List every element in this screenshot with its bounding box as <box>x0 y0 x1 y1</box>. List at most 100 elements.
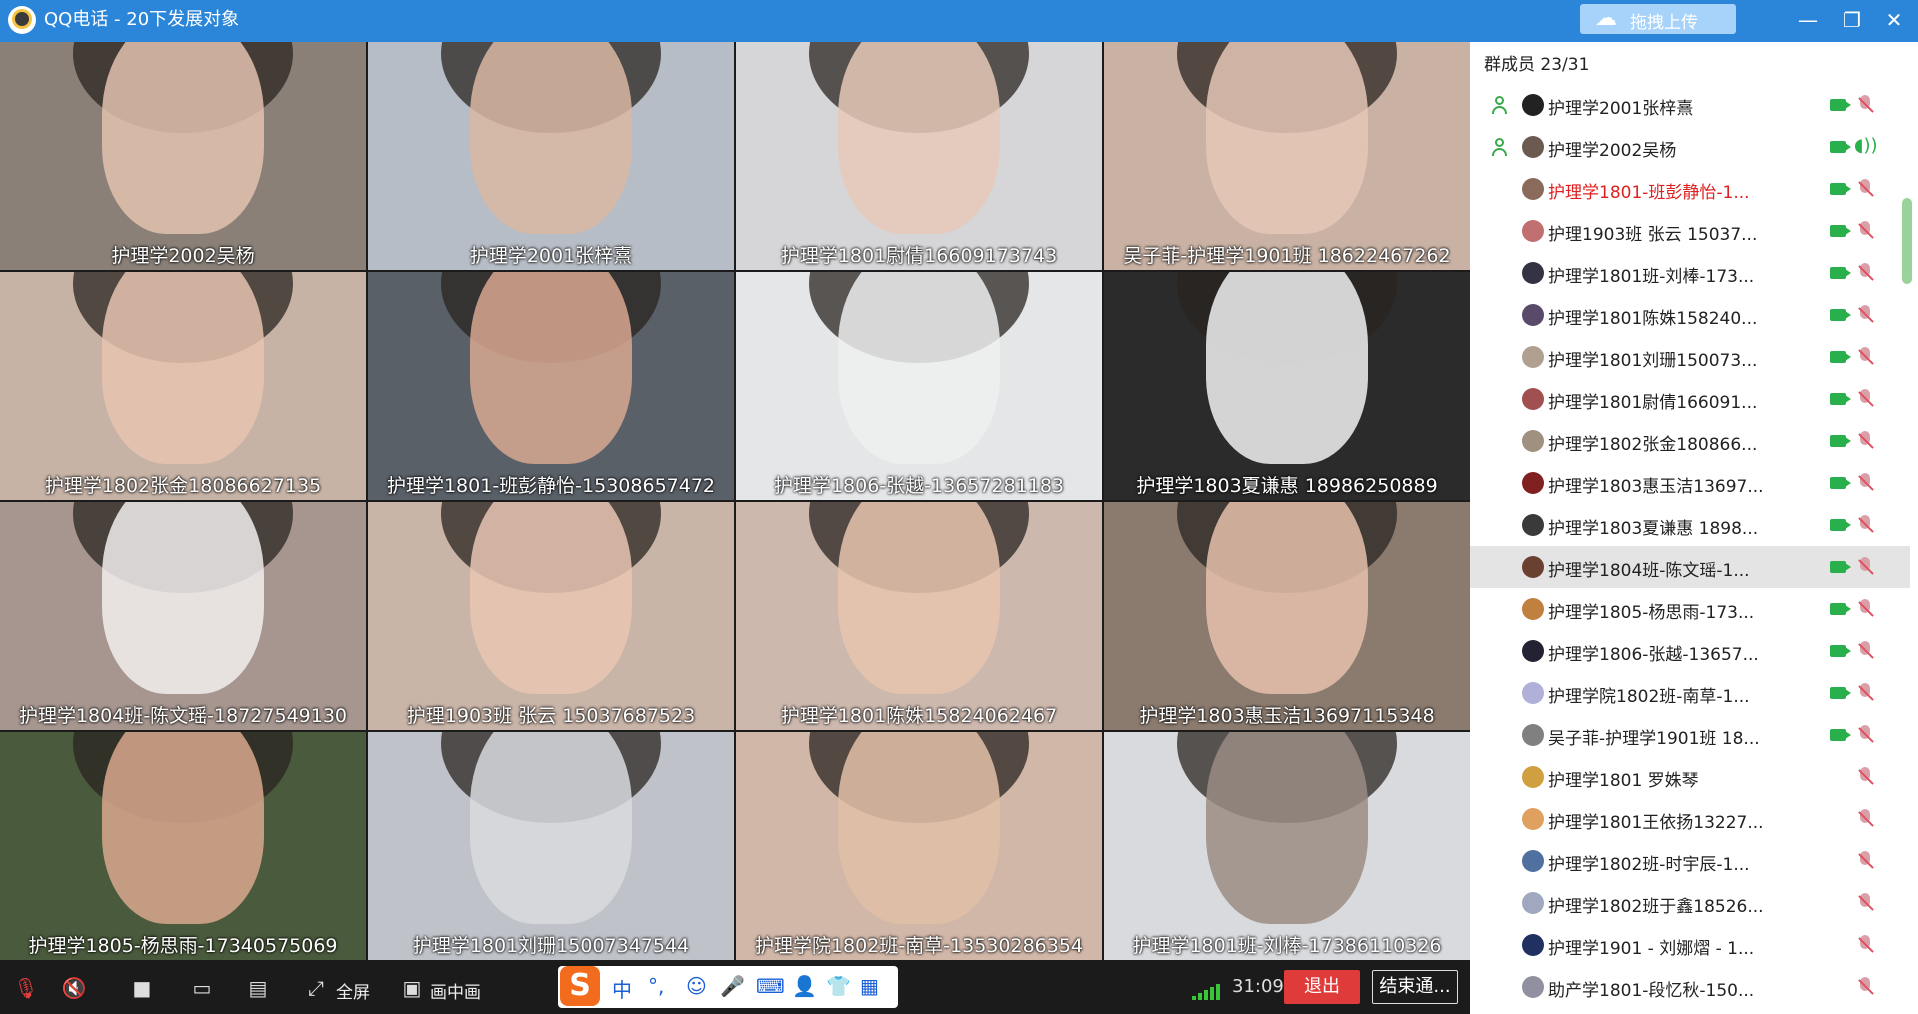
member-row[interactable]: 护理1903班 张云 15037... <box>1470 210 1910 252</box>
member-row[interactable]: 护理学1804班-陈文瑶-1... <box>1470 546 1910 588</box>
video-tile[interactable]: 护理学1806-张越-13657281183 <box>736 272 1102 500</box>
member-row[interactable]: 护理学1801刘珊150073... <box>1470 336 1910 378</box>
drag-upload-button[interactable]: ☁ 拖拽上传 <box>1580 4 1736 34</box>
member-row[interactable]: 护理学1901 - 刘娜熠 - 1... <box>1470 924 1910 966</box>
avatar[interactable] <box>1522 472 1544 494</box>
member-row[interactable]: 护理学2001张梓熹 <box>1470 84 1910 126</box>
avatar[interactable] <box>1522 850 1544 872</box>
admin-user-icon <box>1490 95 1508 115</box>
whiteboard-icon[interactable]: ▤ <box>244 974 272 1002</box>
fullscreen-icon[interactable]: ⤢ <box>302 974 330 1002</box>
video-tile[interactable]: 护理学2001张梓熹 <box>368 42 734 270</box>
video-tile-name: 护理学1803惠玉洁13697115348 <box>1139 705 1435 727</box>
avatar[interactable] <box>1522 892 1544 914</box>
video-tile[interactable]: 护理学1803惠玉洁13697115348 <box>1104 502 1470 730</box>
avatar[interactable] <box>1522 976 1544 998</box>
ime-punctuation-icon[interactable]: °, <box>648 974 664 998</box>
video-tile[interactable]: 护理学1803夏谦惠 18986250889 <box>1104 272 1470 500</box>
ime-emoji-icon[interactable]: ☺ <box>686 974 707 998</box>
avatar[interactable] <box>1522 556 1544 578</box>
member-row[interactable]: 护理学2002吴杨 ◖)) <box>1470 126 1910 168</box>
video-feed-image <box>470 732 632 924</box>
camera-on-icon <box>1830 477 1851 489</box>
member-row[interactable]: 护理学1802班-时宇辰-1... <box>1470 840 1910 882</box>
member-list: 护理学2001张梓熹 护理学2002吴杨 ◖)) 护理学1801-班彭静怡-1... 护… <box>1470 84 1910 1008</box>
member-row[interactable]: 护理学1802班于鑫18526... <box>1470 882 1910 924</box>
restore-button[interactable]: ❐ <box>1832 4 1872 36</box>
member-list-scrollbar[interactable] <box>1902 198 1912 284</box>
video-tile[interactable]: 护理学1801尉倩16609173743 <box>736 42 1102 270</box>
member-name: 护理学1802班于鑫18526... <box>1548 897 1763 917</box>
member-row[interactable]: 护理学院1802班-南草-1... <box>1470 672 1910 714</box>
member-row[interactable]: 护理学1806-张越-13657... <box>1470 630 1910 672</box>
avatar[interactable] <box>1522 94 1544 116</box>
video-tile[interactable]: 护理学1804班-陈文瑶-18727549130 <box>0 502 366 730</box>
member-row[interactable]: 护理学1801-班彭静怡-1... <box>1470 168 1910 210</box>
avatar[interactable] <box>1522 136 1544 158</box>
avatar[interactable] <box>1522 514 1544 536</box>
mic-muted-icon <box>1856 766 1874 788</box>
avatar[interactable] <box>1522 724 1544 746</box>
camera-on-icon <box>1830 435 1851 447</box>
sogou-logo-icon[interactable]: S <box>560 966 600 1006</box>
video-tile-name: 护理学1801刘珊15007347544 <box>412 935 690 957</box>
ime-user-icon[interactable]: 👤 <box>792 974 817 998</box>
avatar[interactable] <box>1522 934 1544 956</box>
avatar[interactable] <box>1522 640 1544 662</box>
speaker-muted-icon[interactable]: 🔇 <box>60 974 88 1002</box>
avatar[interactable] <box>1522 388 1544 410</box>
minimize-button[interactable]: — <box>1788 4 1828 36</box>
camera-icon[interactable]: ■ <box>128 974 156 1002</box>
video-tile[interactable]: 护理学院1802班-南草-13530286354 <box>736 732 1102 960</box>
avatar[interactable] <box>1522 178 1544 200</box>
member-row[interactable]: 助产学1801-段忆秋-150... <box>1470 966 1910 1008</box>
mic-muted-icon[interactable]: 🎙 <box>12 974 40 1002</box>
member-row[interactable]: 护理学1801陈姝158240... <box>1470 294 1910 336</box>
ime-voice-icon[interactable]: 🎤 <box>720 974 745 998</box>
camera-on-icon <box>1830 225 1851 237</box>
ime-keyboard-icon[interactable]: ⌨ <box>756 974 785 998</box>
avatar[interactable] <box>1522 346 1544 368</box>
member-row[interactable]: 护理学1805-杨思雨-173... <box>1470 588 1910 630</box>
video-tile[interactable]: 护理学1801班-刘棒-17386110326 <box>1104 732 1470 960</box>
avatar[interactable] <box>1522 766 1544 788</box>
video-tile[interactable]: 护理学1801-班彭静怡-15308657472 <box>368 272 734 500</box>
avatar[interactable] <box>1522 598 1544 620</box>
member-row[interactable]: 护理学1802张金180866... <box>1470 420 1910 462</box>
ime-chinese-mode[interactable]: 中 <box>612 974 632 1003</box>
member-row[interactable]: 护理学1801尉倩166091... <box>1470 378 1910 420</box>
member-row[interactable]: 护理学1801 罗姝琴 <box>1470 756 1910 798</box>
ime-toolbox-icon[interactable]: ▦ <box>860 974 879 998</box>
fullscreen-label[interactable]: 全屏 <box>336 978 370 1003</box>
avatar[interactable] <box>1522 304 1544 326</box>
member-row[interactable]: 护理学1803夏谦惠 1898... <box>1470 504 1910 546</box>
pip-label[interactable]: 画中画 <box>430 978 481 1003</box>
video-feed-image <box>838 272 1000 464</box>
member-name: 护理学1901 - 刘娜熠 - 1... <box>1548 939 1755 959</box>
mic-muted-icon <box>1856 262 1874 284</box>
avatar[interactable] <box>1522 808 1544 830</box>
video-feed-image <box>470 272 632 464</box>
member-row[interactable]: 护理学1801王依扬13227... <box>1470 798 1910 840</box>
avatar[interactable] <box>1522 262 1544 284</box>
video-tile[interactable]: 护理学1801陈姝15824062467 <box>736 502 1102 730</box>
ime-skin-icon[interactable]: 👕 <box>826 974 851 998</box>
video-tile[interactable]: 护理学1802张金18086627135 <box>0 272 366 500</box>
exit-button[interactable]: 退出 <box>1284 970 1360 1004</box>
avatar[interactable] <box>1522 430 1544 452</box>
end-call-button[interactable]: 结束通... <box>1372 970 1458 1004</box>
avatar[interactable] <box>1522 220 1544 242</box>
member-row[interactable]: 吴子菲-护理学1901班 18... <box>1470 714 1910 756</box>
member-row[interactable]: 护理学1803惠玉洁13697... <box>1470 462 1910 504</box>
video-tile[interactable]: 护理学1801刘珊15007347544 <box>368 732 734 960</box>
video-grid: 护理学2002吴杨 护理学2001张梓熹 护理学1801尉倩16609173743 吴… <box>0 42 1470 962</box>
screen-share-icon[interactable]: ▭ <box>188 974 216 1002</box>
close-button[interactable]: ✕ <box>1874 4 1914 36</box>
pip-icon[interactable]: ▣ <box>398 974 426 1002</box>
video-tile[interactable]: 护理学2002吴杨 <box>0 42 366 270</box>
avatar[interactable] <box>1522 682 1544 704</box>
video-tile[interactable]: 护理1903班 张云 15037687523 <box>368 502 734 730</box>
member-row[interactable]: 护理学1801班-刘棒-173... <box>1470 252 1910 294</box>
video-tile[interactable]: 吴子菲-护理学1901班 18622467262 <box>1104 42 1470 270</box>
video-tile[interactable]: 护理学1805-杨思雨-17340575069 <box>0 732 366 960</box>
